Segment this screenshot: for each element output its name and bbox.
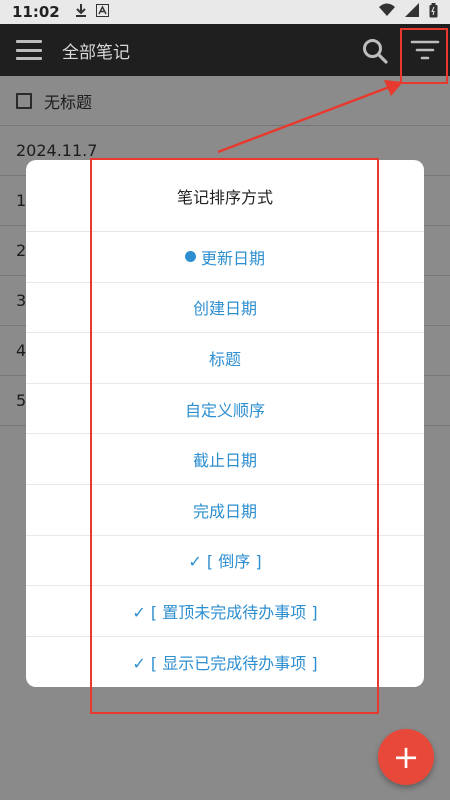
list-item[interactable]: 无标题: [0, 76, 450, 126]
plus-icon: +: [392, 738, 420, 776]
add-note-button[interactable]: +: [378, 729, 434, 785]
note-title: 4: [16, 341, 27, 360]
battery-icon: [429, 2, 438, 22]
status-time: 11:02: [12, 3, 60, 21]
note-title: 3: [16, 291, 27, 310]
note-title: 2: [16, 241, 27, 260]
status-bar: 11:02: [0, 0, 450, 24]
note-checkbox[interactable]: [16, 92, 32, 109]
note-title: 1: [16, 191, 27, 210]
menu-icon[interactable]: [16, 40, 42, 60]
signal-icon: [405, 3, 419, 21]
annotation-box-dialog: [90, 158, 379, 714]
annotation-box-filter: [400, 28, 448, 84]
download-icon: [74, 3, 88, 21]
page-title: 全部笔记: [62, 42, 130, 63]
status-right-icons: [379, 2, 438, 22]
note-title: 无标题: [44, 92, 93, 112]
note-title: 5: [16, 391, 27, 410]
note-title: 2024.11.7: [16, 141, 98, 160]
app-bar: 全部笔记: [0, 24, 450, 76]
font-icon: [95, 3, 109, 21]
search-icon[interactable]: [362, 38, 388, 64]
wifi-icon: [379, 3, 395, 21]
